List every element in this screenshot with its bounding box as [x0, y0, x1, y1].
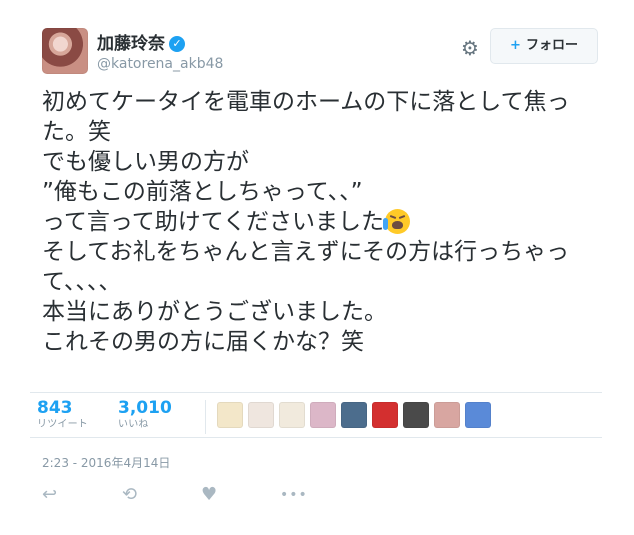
follow-label: フォロー: [525, 38, 578, 53]
reply-icon[interactable]: ↩: [42, 485, 57, 505]
tweet-header: 加藤玲奈 ✓ @katorena_akb48 ⚙ + フォロー: [42, 28, 602, 74]
profile-avatar[interactable]: [42, 28, 88, 74]
like-count: 3,010: [118, 398, 172, 418]
user-handle[interactable]: @katorena_akb48: [97, 55, 223, 73]
liker-avatar-5[interactable]: [341, 402, 367, 428]
tweet-text-rest: そしてお礼をちゃんと言えずにその方は行っちゃって、、、、 本当にありがとうござい…: [42, 239, 570, 355]
follow-icon: +: [510, 38, 521, 53]
gear-icon[interactable]: ⚙: [458, 36, 482, 60]
tweet-text: 初めてケータイを電車のホームの下に落として焦った。笑 でも優しい男の方が ”俺も…: [42, 87, 602, 357]
mouth-icon: [392, 221, 404, 229]
display-name[interactable]: 加藤玲奈: [97, 34, 165, 54]
tear-icon: [383, 218, 389, 230]
more-icon[interactable]: •••: [280, 485, 308, 505]
stats-divider-bottom: [30, 437, 602, 438]
liker-avatar-9[interactable]: [465, 402, 491, 428]
crying-face-icon: [383, 209, 411, 234]
liker-avatar-2[interactable]: [248, 402, 274, 428]
retweet-count: 843: [37, 398, 73, 418]
tweet-timestamp[interactable]: 2:23 - 2016年4月14日: [42, 454, 170, 471]
display-name-row: 加藤玲奈 ✓: [97, 34, 223, 54]
tweet-stats: 843 リツイート 3,010 いいね: [37, 398, 597, 434]
like-stat[interactable]: 3,010 いいね: [118, 398, 172, 432]
liker-avatar-7[interactable]: [403, 402, 429, 428]
liker-avatar-8[interactable]: [434, 402, 460, 428]
liker-avatar-4[interactable]: [310, 402, 336, 428]
tweet-text-main: 初めてケータイを電車のホームの下に落として焦った。笑 でも優しい男の方が ”俺も…: [42, 89, 570, 235]
like-icon[interactable]: ♥: [201, 485, 217, 505]
user-info: 加藤玲奈 ✓ @katorena_akb48: [97, 34, 223, 73]
like-label: いいね: [118, 419, 149, 430]
liker-avatar-6[interactable]: [372, 402, 398, 428]
verified-badge-icon: ✓: [169, 36, 185, 52]
tweet-actions: ↩ ⟲ ♥ •••: [42, 485, 342, 509]
stats-separator: [205, 400, 206, 434]
liker-avatar-1[interactable]: [217, 402, 243, 428]
follow-button[interactable]: + フォロー: [490, 28, 598, 64]
liker-avatar-3[interactable]: [279, 402, 305, 428]
retweet-icon[interactable]: ⟲: [122, 485, 137, 505]
retweet-label: リツイート: [37, 419, 88, 430]
stats-divider-top: [30, 392, 602, 393]
retweet-stat[interactable]: 843 リツイート: [37, 398, 88, 432]
